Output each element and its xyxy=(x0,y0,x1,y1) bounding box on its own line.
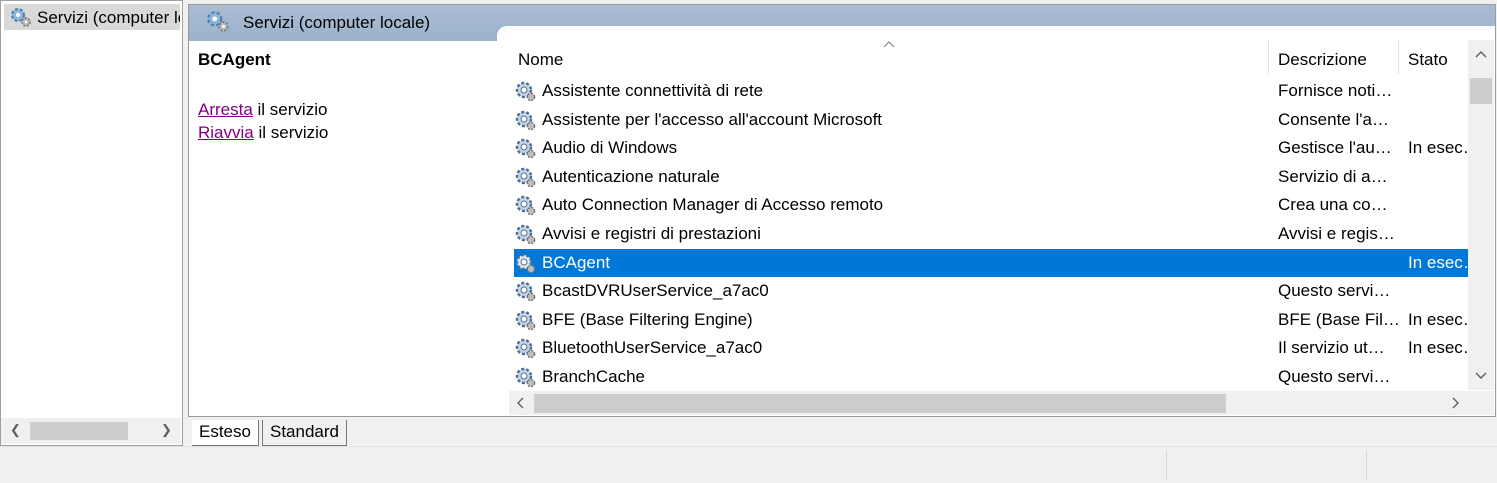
service-row[interactable]: Autenticazione naturale Servizio di a… xyxy=(514,163,1468,191)
scroll-thumb[interactable] xyxy=(1470,78,1492,104)
tree-horizontal-scrollbar[interactable]: ❮ ❯ xyxy=(1,418,181,444)
status-bar xyxy=(0,446,1497,483)
gear-icon xyxy=(515,281,536,302)
gear-icon xyxy=(515,167,536,188)
column-header-description[interactable]: Descrizione xyxy=(1278,50,1367,70)
scroll-left-icon[interactable] xyxy=(516,397,524,409)
scroll-up-icon[interactable] xyxy=(1475,50,1487,58)
service-description: Questo servi… xyxy=(1278,367,1391,386)
scroll-right-icon[interactable] xyxy=(1452,397,1460,409)
service-row[interactable]: Auto Connection Manager di Accesso remot… xyxy=(514,191,1468,219)
service-name: BcastDVRUserService_a7ac0 xyxy=(542,281,769,301)
gear-icon xyxy=(515,138,536,159)
column-header-name[interactable]: Nome xyxy=(518,50,563,70)
gear-icon xyxy=(515,367,536,388)
service-description: Servizio di a… xyxy=(1278,166,1388,186)
service-name: Auto Connection Manager di Accesso remot… xyxy=(542,195,884,215)
service-description: Questo servi… xyxy=(1278,281,1391,301)
tab-extended[interactable]: Esteso xyxy=(192,420,259,446)
header-tab-edge xyxy=(497,26,1495,42)
stop-service-suffix: il servizio xyxy=(252,100,328,119)
service-status: In esec… xyxy=(1408,138,1472,158)
tree-item-services-local[interactable]: Servizi (computer locale) xyxy=(4,4,180,30)
tree-item-label: Servizi (computer locale) xyxy=(37,8,180,27)
list-vertical-scrollbar[interactable] xyxy=(1468,40,1494,390)
column-header-status[interactable]: Stato xyxy=(1408,50,1448,70)
service-row[interactable]: Audio di Windows Gestisce l'au… In esec… xyxy=(514,134,1472,162)
service-name: Audio di Windows xyxy=(542,138,678,158)
status-bar-divider xyxy=(1166,450,1167,480)
gear-icon xyxy=(515,339,536,359)
service-description: Crea una co… xyxy=(1278,195,1388,215)
sort-ascending-icon xyxy=(883,41,895,48)
scroll-down-icon[interactable] xyxy=(1475,372,1487,380)
service-row[interactable]: BranchCache Questo servi… xyxy=(514,363,1468,391)
stop-service-link[interactable]: Arresta xyxy=(198,100,253,119)
restart-service-suffix: il servizio xyxy=(253,123,329,142)
restart-service-action: Riavvia il servizio xyxy=(198,123,328,143)
scroll-thumb[interactable] xyxy=(30,422,128,440)
service-description: Gestisce l'au… xyxy=(1278,138,1392,158)
service-row[interactable]: BCAgent In esec… xyxy=(514,248,1472,277)
stop-service-action: Arresta il servizio xyxy=(198,100,327,120)
column-separator[interactable] xyxy=(1268,40,1269,74)
scrollbar-corner xyxy=(1468,391,1494,415)
service-name: BluetoothUserService_a7ac0 xyxy=(542,338,763,358)
service-status: In esec… xyxy=(1408,338,1472,358)
service-row[interactable]: BcastDVRUserService_a7ac0 Questo servi… xyxy=(514,277,1468,305)
service-row[interactable]: BFE (Base Filtering Engine) BFE (Base Fil… xyxy=(514,306,1472,334)
service-description: Fornisce noti… xyxy=(1278,81,1393,100)
service-status: In esec… xyxy=(1408,309,1472,329)
gear-icon xyxy=(515,81,536,102)
service-name: BFE (Base Filtering Engine) xyxy=(542,309,753,329)
gear-icon xyxy=(515,196,536,216)
service-name: Autenticazione naturale xyxy=(542,166,720,186)
service-row[interactable]: Assistente connettività di rete Fornisce … xyxy=(514,77,1468,105)
service-description: Avvisi e regis… xyxy=(1278,224,1395,243)
service-description: BFE (Base Fil… xyxy=(1278,309,1398,329)
gear-icon xyxy=(515,224,536,245)
services-icon xyxy=(11,8,31,27)
scroll-left-icon[interactable]: ❮ xyxy=(10,422,21,438)
service-row[interactable]: BluetoothUserService_a7ac0 Il servizio ut… xyxy=(514,334,1472,362)
selected-service-title: BCAgent xyxy=(198,50,271,69)
service-description: Consente l'a… xyxy=(1278,109,1389,129)
pane-title: Servizi (computer locale) xyxy=(243,13,431,32)
service-name: Avvisi e registri di prestazioni xyxy=(542,224,761,243)
console-tree-pane xyxy=(0,0,183,446)
service-name: BranchCache xyxy=(542,367,646,386)
tab-standard[interactable]: Standard xyxy=(262,420,347,446)
column-separator[interactable] xyxy=(1398,40,1399,74)
gear-icon xyxy=(515,110,536,130)
status-bar-divider xyxy=(1366,450,1367,480)
list-horizontal-scrollbar[interactable] xyxy=(509,391,1468,415)
service-name: BCAgent xyxy=(542,252,611,272)
service-name: Assistente per l'accesso all'account Mic… xyxy=(542,109,883,129)
scroll-thumb[interactable] xyxy=(534,394,1226,413)
restart-service-link[interactable]: Riavvia xyxy=(198,123,254,142)
service-row[interactable]: Assistente per l'accesso all'account Mic… xyxy=(514,106,1468,134)
service-status: In esec… xyxy=(1408,252,1472,272)
services-icon xyxy=(207,11,229,32)
scroll-right-icon[interactable]: ❯ xyxy=(161,422,172,438)
gear-icon xyxy=(515,310,536,331)
service-description: Il servizio ut… xyxy=(1278,338,1385,358)
service-name: Assistente connettività di rete xyxy=(542,81,764,100)
service-row[interactable]: Avvisi e registri di prestazioni Avvisi e… xyxy=(514,220,1468,248)
gear-icon xyxy=(515,253,536,273)
